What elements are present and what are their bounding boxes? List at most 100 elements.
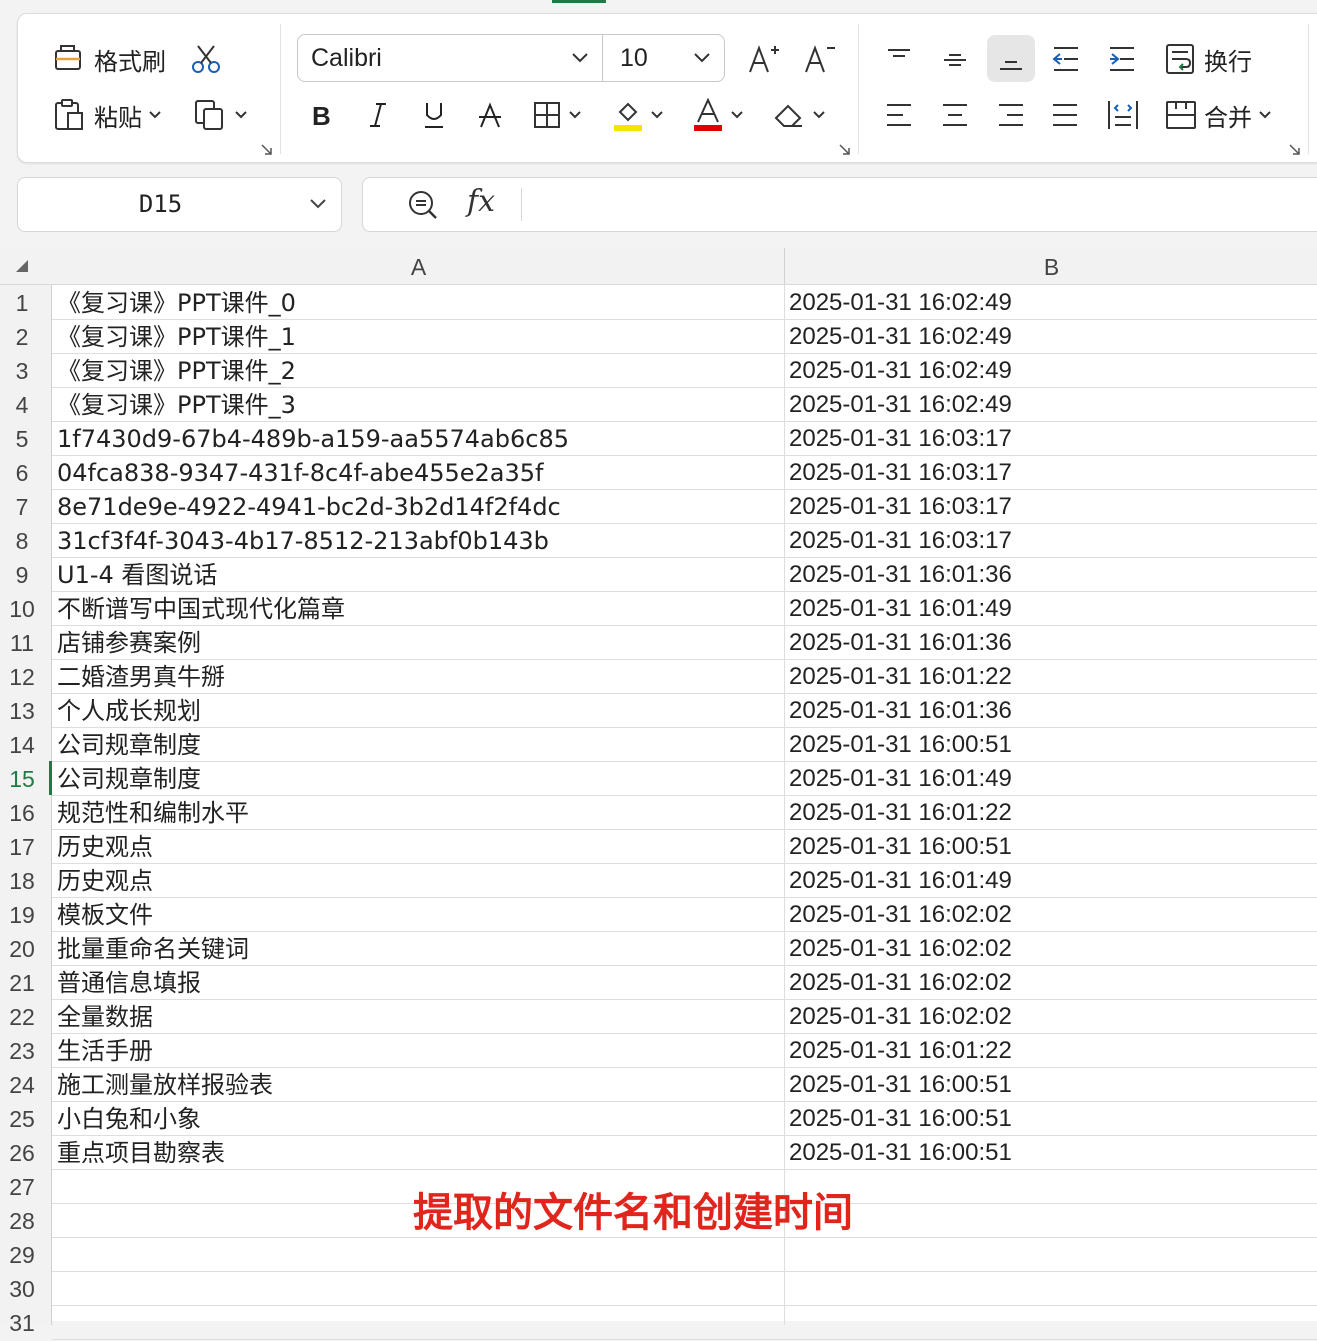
- cell-a[interactable]: 04fca838-9347-431f-8c4f-abe455e2a35f: [57, 455, 543, 489]
- cell-a[interactable]: 历史观点: [57, 863, 153, 897]
- strikethrough-button[interactable]: [476, 96, 504, 134]
- cell-a[interactable]: 公司规章制度: [57, 761, 201, 795]
- cell-a[interactable]: 重点项目勘察表: [57, 1135, 225, 1169]
- cell-a[interactable]: 普通信息填报: [57, 965, 201, 999]
- cell-b[interactable]: 2025-01-31 16:03:17: [789, 489, 1012, 523]
- row-header[interactable]: 3: [0, 353, 44, 387]
- cell-b[interactable]: 2025-01-31 16:02:02: [789, 931, 1012, 965]
- copy-button[interactable]: [192, 96, 248, 134]
- cell-a[interactable]: 《复习课》PPT课件_2: [57, 353, 296, 387]
- borders-button[interactable]: [532, 96, 582, 134]
- cell-b[interactable]: 2025-01-31 16:01:36: [789, 625, 1012, 659]
- font-size-value[interactable]: 10: [620, 35, 648, 81]
- cell-a[interactable]: 全量数据: [57, 999, 153, 1033]
- cell-a[interactable]: 施工测量放样报验表: [57, 1067, 273, 1101]
- cell-a[interactable]: 1f7430d9-67b4-489b-a159-aa5574ab6c85: [57, 421, 569, 455]
- cell-b[interactable]: 2025-01-31 16:00:51: [789, 1067, 1012, 1101]
- alignment-launcher-icon[interactable]: [1288, 142, 1302, 161]
- cut-button[interactable]: [188, 40, 224, 78]
- row-header[interactable]: 26: [0, 1135, 44, 1169]
- row-header[interactable]: 24: [0, 1067, 44, 1101]
- row-header[interactable]: 19: [0, 897, 44, 931]
- cell-b[interactable]: 2025-01-31 16:02:49: [789, 353, 1012, 387]
- cell-b[interactable]: 2025-01-31 16:02:02: [789, 965, 1012, 999]
- paste-button[interactable]: 粘贴: [52, 96, 162, 134]
- cell-b[interactable]: 2025-01-31 16:02:02: [789, 999, 1012, 1033]
- justify-button[interactable]: [1050, 96, 1080, 134]
- cell-b[interactable]: 2025-01-31 16:01:49: [789, 591, 1012, 625]
- font-color-button[interactable]: [692, 96, 744, 134]
- cell-a[interactable]: 规范性和编制水平: [57, 795, 249, 829]
- row-header[interactable]: 15: [0, 761, 44, 795]
- cell-a[interactable]: 生活手册: [57, 1033, 153, 1067]
- cell-b[interactable]: 2025-01-31 16:02:49: [789, 319, 1012, 353]
- underline-button[interactable]: [420, 96, 448, 134]
- row-header[interactable]: 16: [0, 795, 44, 829]
- row-header[interactable]: 11: [0, 625, 44, 659]
- column-header-a[interactable]: A: [52, 248, 785, 284]
- cell-b[interactable]: 2025-01-31 16:00:51: [789, 1101, 1012, 1135]
- clipboard-launcher-icon[interactable]: [260, 142, 274, 161]
- clear-format-button[interactable]: [772, 96, 826, 134]
- align-center-button[interactable]: [940, 96, 970, 134]
- align-bottom-button[interactable]: [996, 40, 1026, 78]
- row-header[interactable]: 30: [0, 1271, 44, 1305]
- font-launcher-icon[interactable]: [838, 142, 852, 161]
- cell-b[interactable]: 2025-01-31 16:03:17: [789, 421, 1012, 455]
- cell-a[interactable]: 不断谱写中国式现代化篇章: [57, 591, 345, 625]
- cell-b[interactable]: 2025-01-31 16:01:22: [789, 659, 1012, 693]
- align-top-button[interactable]: [884, 40, 914, 78]
- cell-b[interactable]: 2025-01-31 16:00:51: [789, 727, 1012, 761]
- fx-icon[interactable]: fx: [467, 184, 495, 219]
- row-header[interactable]: 7: [0, 489, 44, 523]
- cell-a[interactable]: 小白兔和小象: [57, 1101, 201, 1135]
- row-header[interactable]: 21: [0, 965, 44, 999]
- row-header[interactable]: 2: [0, 319, 44, 353]
- cell-a[interactable]: 8e71de9e-4922-4941-bc2d-3b2d14f2f4dc: [57, 489, 561, 523]
- spreadsheet-grid[interactable]: A B 1 2 3 4 5 6 7 8 9 10 11 12 13 14 15 16 17 18 19 20 21 22 2…: [0, 248, 1317, 1340]
- row-header[interactable]: 20: [0, 931, 44, 965]
- row-header[interactable]: 18: [0, 863, 44, 897]
- cell-a[interactable]: 《复习课》PPT课件_1: [57, 319, 296, 353]
- bold-button[interactable]: B: [308, 96, 336, 134]
- merge-button[interactable]: 合并: [1164, 96, 1272, 134]
- formula-bar[interactable]: fx: [362, 177, 1317, 232]
- name-box[interactable]: D15: [17, 177, 342, 232]
- cell-a[interactable]: 31cf3f4f-3043-4b17-8512-213abf0b143b: [57, 523, 549, 557]
- wrap-text-button[interactable]: 换行: [1164, 40, 1252, 78]
- format-painter-button[interactable]: 格式刷: [52, 40, 166, 78]
- row-header[interactable]: 22: [0, 999, 44, 1033]
- column-header-b[interactable]: B: [786, 248, 1317, 284]
- cell-a[interactable]: 历史观点: [57, 829, 153, 863]
- cell-a[interactable]: U1-4 看图说话: [57, 557, 217, 591]
- row-header[interactable]: 6: [0, 455, 44, 489]
- cell-b[interactable]: 2025-01-31 16:01:22: [789, 795, 1012, 829]
- cell-a[interactable]: 模板文件: [57, 897, 153, 931]
- cell-b[interactable]: 2025-01-31 16:01:36: [789, 557, 1012, 591]
- cell-a[interactable]: 批量重命名关键词: [57, 931, 249, 965]
- font-selector[interactable]: Calibri 10: [297, 34, 725, 82]
- row-header[interactable]: 25: [0, 1101, 44, 1135]
- cell-b[interactable]: 2025-01-31 16:02:49: [789, 285, 1012, 319]
- row-header[interactable]: 28: [0, 1203, 44, 1237]
- increase-font-button[interactable]: [746, 40, 780, 78]
- decrease-font-button[interactable]: [802, 40, 836, 78]
- row-header[interactable]: 27: [0, 1169, 44, 1203]
- row-header[interactable]: 1: [0, 285, 44, 319]
- row-header[interactable]: 14: [0, 727, 44, 761]
- cell-b[interactable]: 2025-01-31 16:01:22: [789, 1033, 1012, 1067]
- cell-b[interactable]: 2025-01-31 16:03:17: [789, 455, 1012, 489]
- align-middle-button[interactable]: [940, 40, 970, 78]
- distributed-button[interactable]: [1106, 96, 1140, 134]
- cell-b[interactable]: 2025-01-31 16:02:02: [789, 897, 1012, 931]
- row-header[interactable]: 29: [0, 1237, 44, 1271]
- row-header[interactable]: 13: [0, 693, 44, 727]
- align-right-button[interactable]: [996, 96, 1026, 134]
- cell-a[interactable]: 《复习课》PPT课件_0: [57, 285, 296, 319]
- row-header[interactable]: 17: [0, 829, 44, 863]
- row-header[interactable]: 5: [0, 421, 44, 455]
- row-header[interactable]: 23: [0, 1033, 44, 1067]
- italic-button[interactable]: [364, 96, 392, 134]
- cell-b[interactable]: 2025-01-31 16:01:36: [789, 693, 1012, 727]
- row-header[interactable]: 8: [0, 523, 44, 557]
